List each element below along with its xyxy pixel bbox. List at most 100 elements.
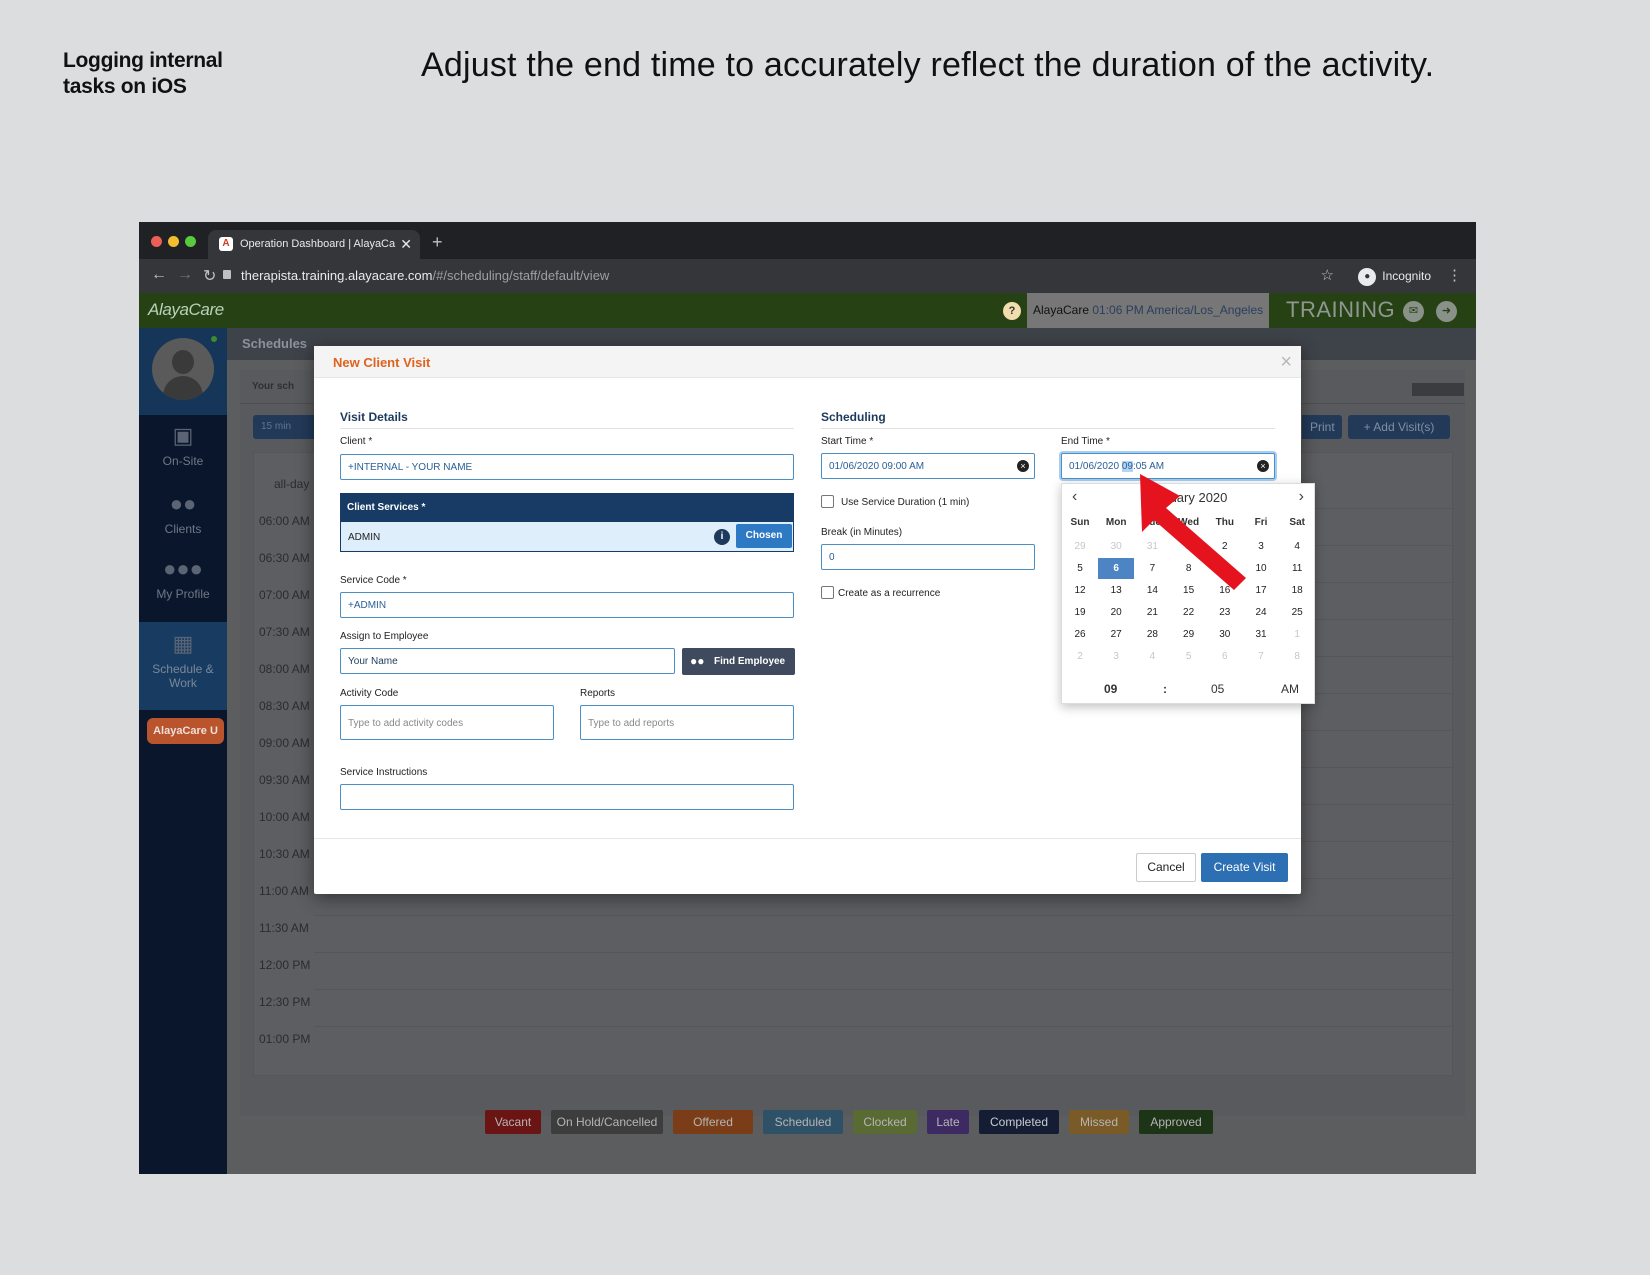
close-icon[interactable]: ×	[1280, 351, 1292, 374]
calendar-day[interactable]: 10	[1243, 558, 1279, 579]
chosen-button[interactable]: Chosen	[736, 524, 792, 548]
calendar-day[interactable]: 29	[1062, 536, 1098, 557]
client-field[interactable]: +INTERNAL - YOUR NAME	[340, 454, 794, 480]
recurrence-checkbox[interactable]	[821, 586, 834, 599]
sidebar-item-my-profile[interactable]: ●●● My Profile	[139, 557, 227, 619]
time-slot-row[interactable]	[314, 1026, 1454, 1027]
tab-close-icon[interactable]: ✕	[400, 236, 412, 253]
sidebar-item-on-site[interactable]: ▣ On-Site	[139, 424, 227, 486]
calendar-day[interactable]: 30	[1098, 536, 1134, 557]
messages-icon[interactable]: ✉	[1403, 301, 1424, 322]
calendar-day[interactable]: 4	[1279, 536, 1315, 557]
sidebar-item-schedule-work[interactable]: ▦ Schedule & Work	[139, 622, 227, 710]
modal-title: New Client Visit	[333, 355, 431, 370]
calendar-day[interactable]: 13	[1098, 580, 1134, 601]
calendar-day[interactable]: 20	[1098, 602, 1134, 623]
alayacare-logo[interactable]: AlayaCare	[148, 300, 224, 320]
cancel-button[interactable]: Cancel	[1136, 853, 1196, 882]
calendar-day[interactable]: 11	[1279, 558, 1315, 579]
interval-select[interactable]: 15 min	[253, 415, 319, 439]
activity-code-input[interactable]: Type to add activity codes	[340, 705, 554, 740]
calendar-day[interactable]: 7	[1134, 558, 1170, 579]
print-button[interactable]: Print	[1302, 415, 1342, 439]
browser-menu-icon[interactable]: ⋮	[1447, 266, 1462, 284]
calendar-day[interactable]: 12	[1062, 580, 1098, 601]
new-tab-icon[interactable]: +	[432, 232, 443, 253]
close-window-dot[interactable]	[151, 236, 162, 247]
calendar-day[interactable]: 24	[1243, 602, 1279, 623]
url-field[interactable]: therapista.training.alayacare.com/#/sche…	[241, 268, 609, 283]
clear-end-time-icon[interactable]: ×	[1257, 460, 1269, 472]
calendar-day[interactable]: 3	[1098, 646, 1134, 667]
calendar-day[interactable]: 23	[1207, 602, 1243, 623]
browser-tab[interactable]: A Operation Dashboard | AlayaCa ✕	[208, 230, 420, 259]
calendar-day[interactable]: 6	[1207, 646, 1243, 667]
client-service-row[interactable]: ADMIN i Chosen	[340, 522, 794, 552]
create-visit-button[interactable]: Create Visit	[1201, 853, 1288, 882]
info-icon[interactable]: i	[714, 529, 730, 545]
calendar-day[interactable]: 25	[1279, 602, 1315, 623]
calendar-day[interactable]: 22	[1171, 602, 1207, 623]
calendar-day[interactable]: 9	[1207, 558, 1243, 579]
calendar-day[interactable]: 5	[1171, 646, 1207, 667]
calendar-day[interactable]: 6	[1098, 558, 1135, 579]
calendar-day[interactable]: 31	[1134, 536, 1170, 557]
calendar-day[interactable]: 5	[1062, 558, 1098, 579]
calendar-day[interactable]: 2	[1207, 536, 1243, 557]
break-field[interactable]: 0	[821, 544, 1035, 570]
time-slot-row[interactable]	[314, 989, 1454, 990]
forward-icon[interactable]: →	[177, 266, 193, 284]
ampm-toggle[interactable]: AM	[1281, 682, 1299, 696]
calendar-day[interactable]: 21	[1134, 602, 1170, 623]
bookmark-star-icon[interactable]: ☆	[1321, 266, 1334, 284]
minute-value[interactable]: 05	[1211, 682, 1224, 696]
incognito-indicator[interactable]: ● Incognito	[1358, 268, 1431, 286]
maximize-window-dot[interactable]	[185, 236, 196, 247]
reports-input[interactable]: Type to add reports	[580, 705, 794, 740]
minimize-window-dot[interactable]	[168, 236, 179, 247]
calendar-day[interactable]: 14	[1134, 580, 1170, 601]
calendar-day[interactable]: 30	[1207, 624, 1243, 645]
service-code-label: Service Code *	[340, 575, 407, 586]
calendar-day[interactable]: 2	[1062, 646, 1098, 667]
calendar-day[interactable]: 27	[1098, 624, 1134, 645]
find-employee-button[interactable]: ●● Find Employee	[682, 648, 795, 675]
month-label[interactable]: January 2020	[1062, 490, 1314, 505]
calendar-day[interactable]: 3	[1243, 536, 1279, 557]
calendar-day[interactable]: 18	[1279, 580, 1315, 601]
calendar-day[interactable]: 16	[1207, 580, 1243, 601]
avatar[interactable]	[152, 338, 214, 400]
calendar-day[interactable]: 4	[1134, 646, 1170, 667]
time-slot-row[interactable]	[314, 915, 1454, 916]
calendar-day[interactable]: 19	[1062, 602, 1098, 623]
calendar-day[interactable]: 15	[1171, 580, 1207, 601]
back-icon[interactable]: ←	[151, 266, 167, 284]
sidebar-item-clients[interactable]: ●● Clients	[139, 492, 227, 554]
hour-value[interactable]: 09	[1104, 682, 1117, 696]
next-month-icon[interactable]: ›	[1299, 488, 1304, 506]
service-code-field[interactable]: +ADMIN	[340, 592, 794, 618]
add-visits-button[interactable]: + Add Visit(s)	[1348, 415, 1450, 439]
reload-icon[interactable]: ↻	[203, 266, 216, 286]
calendar-day[interactable]: 8	[1171, 558, 1207, 579]
time-slot-row[interactable]	[314, 952, 1454, 953]
calendar-day[interactable]: 1	[1171, 536, 1207, 557]
calendar-day[interactable]: 31	[1243, 624, 1279, 645]
logout-icon[interactable]: ➜	[1436, 301, 1457, 322]
help-icon[interactable]: ?	[1003, 302, 1021, 320]
end-time-field[interactable]: 01/06/2020 09:05 AM ×	[1061, 453, 1275, 479]
calendar-day[interactable]: 26	[1062, 624, 1098, 645]
assign-employee-field[interactable]: Your Name	[340, 648, 675, 674]
calendar-day[interactable]: 17	[1243, 580, 1279, 601]
clear-start-time-icon[interactable]: ×	[1017, 460, 1029, 472]
end-time-hour-selected: 09	[1121, 461, 1133, 472]
calendar-day[interactable]: 29	[1171, 624, 1207, 645]
calendar-day[interactable]: 1	[1279, 624, 1315, 645]
service-instructions-field[interactable]	[340, 784, 794, 810]
alayacare-u-button[interactable]: AlayaCare U	[147, 718, 224, 744]
calendar-day[interactable]: 7	[1243, 646, 1279, 667]
start-time-field[interactable]: 01/06/2020 09:00 AM ×	[821, 453, 1035, 479]
calendar-day[interactable]: 28	[1134, 624, 1170, 645]
calendar-day[interactable]: 8	[1279, 646, 1315, 667]
use-service-duration-checkbox[interactable]	[821, 495, 834, 508]
